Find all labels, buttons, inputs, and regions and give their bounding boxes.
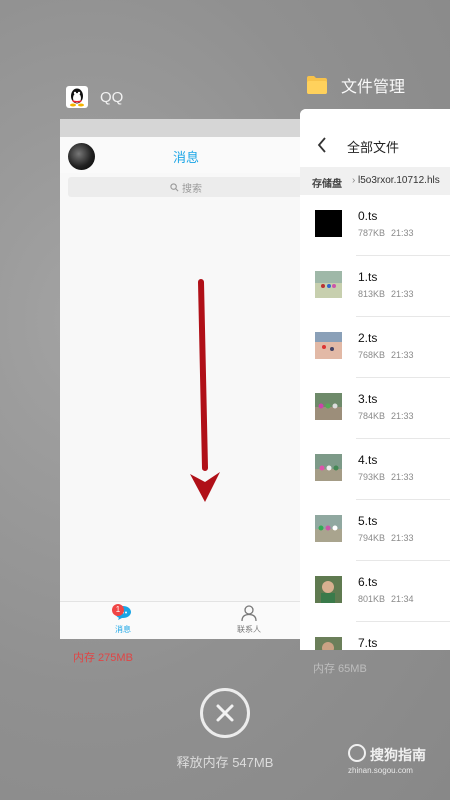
watermark-text: 搜狗指南 [370, 747, 426, 763]
file-name: 4.ts [358, 453, 378, 467]
tab-messages[interactable]: 1 消息 [60, 602, 186, 639]
list-item[interactable]: 0.ts 787KB 21:33 [300, 195, 450, 256]
file-name: 2.ts [358, 331, 378, 345]
file-meta: 784KB 21:33 [358, 411, 414, 421]
unread-badge: 1 [112, 604, 124, 616]
file-time: 21:33 [391, 350, 414, 360]
video-thumbnail [315, 210, 342, 237]
breadcrumb-current-folder[interactable]: l5o3rxor.10712.hls [358, 175, 440, 186]
file-name: 6.ts [358, 575, 378, 589]
search-icon [170, 182, 179, 191]
list-item[interactable]: 5.ts 794KB 21:33 [300, 500, 450, 561]
file-name: 3.ts [358, 392, 378, 406]
file-size: 793KB [358, 472, 386, 482]
file-time: 21:33 [391, 472, 414, 482]
qq-search-bar[interactable]: 搜索 [68, 177, 304, 197]
file-time: 21:33 [391, 533, 414, 543]
file-size: 813KB [358, 289, 386, 299]
video-thumbnail [315, 332, 342, 359]
tab-contacts-label: 联系人 [237, 625, 261, 634]
qq-nav-title: 消息 [172, 150, 199, 165]
file-manager-recent-card[interactable]: 全部文件 存储盘 › l5o3rxor.10712.hls 0.ts 787KB… [300, 109, 450, 650]
video-thumbnail [315, 637, 342, 650]
file-name: 1.ts [358, 270, 378, 284]
file-meta: 793KB 21:33 [358, 472, 414, 482]
list-item[interactable]: 3.ts 784KB 21:33 [300, 378, 450, 439]
qq-status-bar [60, 119, 312, 137]
qq-memory-usage: 内存 275MB [73, 652, 133, 664]
file-name: 5.ts [358, 514, 378, 528]
file-time: 21:33 [391, 228, 414, 238]
back-arrow-icon[interactable] [317, 137, 327, 153]
tab-messages-label: 消息 [115, 625, 131, 634]
file-size: 787KB [358, 228, 386, 238]
file-list: 0.ts 787KB 21:33 1.ts 813KB 21:33 2.ts 768… [300, 195, 450, 650]
tab-contacts[interactable]: 联系人 [186, 602, 312, 639]
qq-app-header[interactable]: QQ [66, 86, 123, 108]
list-item[interactable]: 6.ts 801KB 21:34 [300, 561, 450, 622]
file-time: 21:34 [391, 594, 414, 604]
file-size: 801KB [358, 594, 386, 604]
file-manager-app-name: 文件管理 [341, 79, 406, 96]
video-thumbnail [315, 271, 342, 298]
breadcrumb-separator: › [352, 175, 356, 186]
list-item[interactable]: 2.ts 768KB 21:33 [300, 317, 450, 378]
file-name: 0.ts [358, 209, 378, 223]
file-manager-nav-bar: 全部文件 [300, 109, 450, 167]
close-icon [216, 704, 234, 722]
video-thumbnail [315, 515, 342, 542]
file-meta: 801KB 21:34 [358, 594, 414, 604]
breadcrumb-root[interactable]: 存储盘 [312, 175, 342, 190]
file-meta: 787KB 21:33 [358, 228, 414, 238]
file-time: 21:33 [391, 411, 414, 421]
file-meta: 768KB 21:33 [358, 350, 414, 360]
video-thumbnail [315, 576, 342, 603]
qq-app-name: QQ [100, 88, 124, 106]
file-size: 794KB [358, 533, 386, 543]
qq-search-placeholder: 搜索 [182, 183, 202, 195]
list-item[interactable]: 7.ts [300, 622, 450, 650]
file-meta: 794KB 21:33 [358, 533, 414, 543]
list-item[interactable]: 4.ts 793KB 21:33 [300, 439, 450, 500]
file-meta: 813KB 21:33 [358, 289, 414, 299]
qq-tab-bar: 1 消息 联系人 [60, 601, 312, 639]
contacts-icon [241, 605, 257, 622]
file-manager-nav-title: 全部文件 [347, 140, 400, 155]
watermark-url: zhinan.sogou.com [348, 766, 413, 775]
sogou-logo-icon [348, 744, 366, 762]
file-time: 21:33 [391, 289, 414, 299]
breadcrumb: 存储盘 › l5o3rxor.10712.hls [300, 167, 450, 195]
qq-logo-icon [66, 86, 88, 108]
video-thumbnail [315, 454, 342, 481]
list-item[interactable]: 1.ts 813KB 21:33 [300, 256, 450, 317]
file-name: 7.ts [358, 636, 378, 650]
swipe-down-arrow-icon [190, 279, 220, 502]
file-manager-memory-usage: 内存 65MB [313, 663, 367, 675]
file-size: 784KB [358, 411, 386, 421]
video-thumbnail [315, 393, 342, 420]
clear-all-button[interactable] [200, 688, 250, 738]
file-size: 768KB [358, 350, 386, 360]
file-manager-app-header[interactable]: 文件管理 [306, 74, 405, 96]
qq-nav-bar: 消息 [60, 137, 312, 173]
folder-icon [307, 76, 327, 94]
